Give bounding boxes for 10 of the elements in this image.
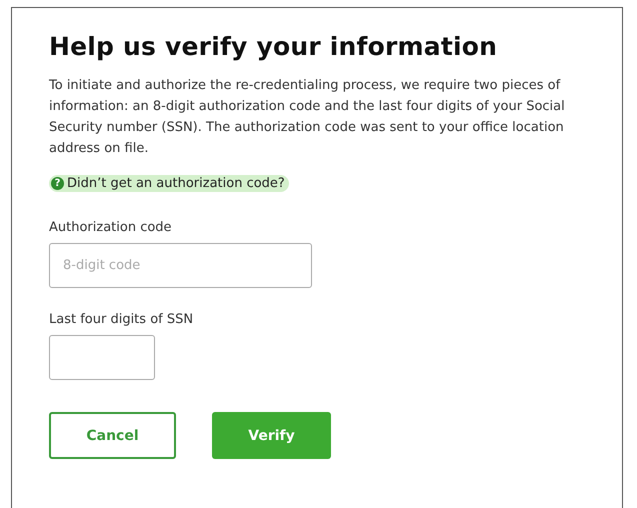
input-field[interactable]: 8-digit code [49,243,312,288]
field-label: Last four digits of SSN [49,312,194,327]
description-text: To initiate and authorize the re-credentialing process, we require two pieces of information: an 8-digit authorization code and the last four digits of your Social Security number (SSN). The authorization code was sent to your office location address on file. [49,77,566,158]
help-icon: ? [51,177,64,190]
help-link[interactable]: ? Didn’t get an authorization code? [49,175,289,192]
cancel-button[interactable]: Cancel [49,412,176,459]
page-title: Help us verify your information [49,32,498,61]
input-field[interactable] [49,335,155,380]
verify-button[interactable]: Verify [212,412,331,459]
field-label: Authorization code [49,220,173,235]
